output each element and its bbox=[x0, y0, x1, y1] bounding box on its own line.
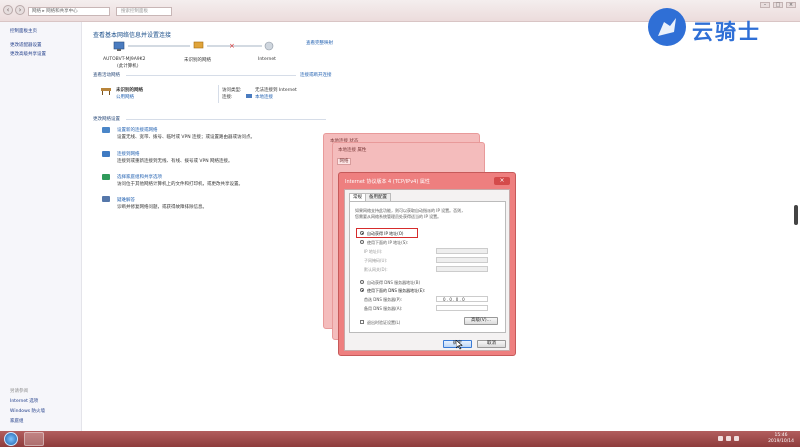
back-arrow-icon[interactable]: ‹ bbox=[3, 5, 13, 15]
manual-ip-radio[interactable] bbox=[360, 240, 364, 244]
preferred-dns-input[interactable]: 0 . 0 . 0 . 0 bbox=[436, 296, 488, 302]
watermark-text: 云骑士 bbox=[692, 20, 761, 44]
page-title: 查看基本网络信息并设置连接 bbox=[93, 32, 172, 39]
dialog-close-button[interactable]: × bbox=[494, 177, 510, 185]
manual-dns-radio[interactable] bbox=[360, 288, 364, 292]
alternate-dns-label: 备用 DNS 服务器(A): bbox=[364, 306, 403, 311]
description-line-2: 您需要从网络系统管理员处获得适当的 IP 设置。 bbox=[355, 214, 442, 219]
homegroup-icon bbox=[102, 174, 110, 180]
change-settings-heading: 更改网络设置 bbox=[93, 117, 120, 122]
watermark-logo: 云骑士 bbox=[648, 8, 798, 48]
divider bbox=[126, 119, 326, 120]
active-network-name: 未识别的网络 bbox=[116, 88, 143, 93]
sidebar-item-control-panel-home[interactable]: 控制面板主页 bbox=[10, 28, 37, 34]
auto-ip-label: 自动获得 IP 地址(O) bbox=[367, 231, 404, 236]
active-networks-heading: 查看活动网络 bbox=[93, 73, 120, 78]
clock[interactable]: 15:46 2019/10/14 bbox=[768, 433, 794, 445]
knight-logo-icon bbox=[648, 8, 686, 46]
troubleshoot-icon bbox=[102, 196, 110, 202]
start-button[interactable] bbox=[4, 432, 18, 446]
address-bar[interactable]: 网络 ▸ 网络和共享中心 bbox=[28, 7, 110, 16]
access-type-value: 无法连接到 Internet bbox=[255, 88, 297, 93]
cancel-button[interactable]: 取消 bbox=[477, 340, 506, 348]
task-homegroup-link[interactable]: 选择家庭组和共享选项 bbox=[117, 174, 162, 180]
see-also-internet-options[interactable]: Internet 选项 bbox=[10, 398, 38, 404]
breadcrumb-network[interactable]: 网络 bbox=[32, 9, 41, 14]
clock-date: 2019/10/14 bbox=[768, 439, 794, 444]
manual-dns-label: 使用下面的 DNS 服务器地址(E): bbox=[367, 288, 426, 293]
see-also-heading: 另请参阅 bbox=[10, 389, 28, 394]
task-connect-desc: 连接到或重新连接到无线、有线、拨号或 VPN 网络连接。 bbox=[117, 159, 233, 164]
subnet-mask-input[interactable] bbox=[436, 257, 488, 263]
auto-ip-radio[interactable] bbox=[360, 231, 364, 235]
connect-network-icon bbox=[102, 151, 110, 157]
network-map: × bbox=[113, 41, 274, 51]
breadcrumb-sharing-center[interactable]: 网络和共享中心 bbox=[46, 9, 78, 14]
map-network-name: 未识别的网络 bbox=[184, 58, 211, 63]
search-input[interactable]: 搜索控制面板 bbox=[116, 7, 172, 16]
default-gateway-input[interactable] bbox=[436, 266, 488, 272]
see-also-homegroup[interactable]: 家庭组 bbox=[10, 418, 24, 424]
auto-dns-radio[interactable] bbox=[360, 280, 364, 284]
subnet-mask-label: 子网掩码(U): bbox=[364, 258, 388, 263]
scrollbar-thumb[interactable] bbox=[794, 205, 798, 225]
advanced-button[interactable]: 高级(V)... bbox=[464, 317, 498, 325]
tab-general[interactable]: 常规 bbox=[349, 193, 366, 201]
setup-connection-icon bbox=[102, 127, 110, 133]
tray-flag-icon[interactable] bbox=[718, 436, 723, 441]
task-connect-link[interactable]: 连接到网络 bbox=[117, 151, 140, 157]
tab-alternate-config[interactable]: 备用配置 bbox=[365, 193, 391, 201]
disconnected-x-icon: × bbox=[229, 42, 235, 50]
connections-label: 连接: bbox=[222, 95, 233, 100]
sidebar-item-change-adapter[interactable]: 更改适配器设置 bbox=[10, 42, 42, 48]
map-computer-sub: (此计算机) bbox=[117, 64, 139, 69]
computer-icon bbox=[113, 41, 125, 50]
mouse-cursor-icon bbox=[456, 340, 463, 350]
task-troubleshoot-desc: 诊断并修复网络问题，或获得故障排除信息。 bbox=[117, 205, 207, 210]
view-full-map-link[interactable]: 查看完整映射 bbox=[306, 40, 333, 46]
task-setup-desc: 设置无线、宽带、拨号、临时或 VPN 连接；或设置路由器或访问点。 bbox=[117, 135, 256, 140]
validate-checkbox[interactable] bbox=[360, 320, 364, 324]
adapter-icon bbox=[246, 94, 252, 98]
task-setup-link[interactable]: 设置新的连接或网络 bbox=[117, 127, 158, 133]
taskbar-item-explorer[interactable] bbox=[24, 432, 44, 446]
tray-volume-icon[interactable] bbox=[734, 436, 739, 441]
tray-network-icon[interactable] bbox=[726, 436, 731, 441]
see-also-firewall[interactable]: Windows 防火墙 bbox=[10, 408, 45, 414]
bench-network-icon bbox=[101, 88, 111, 95]
task-troubleshoot-link[interactable]: 疑难解答 bbox=[117, 197, 135, 203]
left-pane: 控制面板主页 更改适配器设置 更改高级共享设置 另请参阅 Internet 选项… bbox=[0, 22, 82, 431]
preferred-dns-value: 0 . 0 . 0 . 0 bbox=[443, 297, 465, 302]
preferred-dns-label: 首选 DNS 服务器(P): bbox=[364, 297, 403, 302]
ip-address-label: IP 地址(I): bbox=[364, 249, 383, 254]
dialog-title: Internet 协议版本 4 (TCP/IPv4) 属性 bbox=[345, 179, 430, 185]
auto-dns-label: 自动获得 DNS 服务器地址(B) bbox=[367, 280, 421, 285]
dialog-body: 常规 备用配置 如果网络支持此功能，则可以获取自动指派的 IP 设置。否则， 您… bbox=[344, 189, 510, 351]
default-gateway-label: 默认网关(D): bbox=[364, 267, 388, 272]
connect-disconnect-link[interactable]: 连接或断开连接 bbox=[300, 72, 332, 78]
network-type-link[interactable]: 公用网络 bbox=[116, 94, 134, 100]
validate-label: 退出时验证设置(L) bbox=[367, 320, 401, 325]
ipv4-properties-dialog: Internet 协议版本 4 (TCP/IPv4) 属性 × 常规 备用配置 … bbox=[338, 172, 516, 356]
divider bbox=[218, 85, 219, 103]
network-icon bbox=[193, 41, 204, 49]
general-tab-panel: 如果网络支持此功能，则可以获取自动指派的 IP 设置。否则， 您需要从网络系统管… bbox=[349, 201, 506, 333]
divider bbox=[126, 75, 296, 76]
map-internet-label: Internet bbox=[258, 57, 276, 62]
sidebar-item-advanced-sharing[interactable]: 更改高级共享设置 bbox=[10, 51, 46, 57]
forward-arrow-icon[interactable]: › bbox=[15, 5, 25, 15]
local-connection-link[interactable]: 本地连接 bbox=[255, 94, 273, 100]
map-computer-name: AUTOBVT-MJ9A9K2 bbox=[103, 57, 146, 62]
task-homegroup-desc: 访问位于其他网络计算机上的文件和打印机，或更改共享设置。 bbox=[117, 182, 243, 187]
properties-window-title: 本地连接 属性 bbox=[338, 148, 367, 153]
search-placeholder: 搜索控制面板 bbox=[121, 9, 148, 14]
taskbar: 15:46 2019/10/14 bbox=[0, 431, 800, 447]
tab-networking[interactable]: 网络 bbox=[337, 158, 351, 165]
access-type-label: 访问类型: bbox=[222, 88, 242, 93]
alternate-dns-input[interactable] bbox=[436, 305, 488, 311]
ip-address-input[interactable] bbox=[436, 248, 488, 254]
globe-icon bbox=[264, 41, 274, 51]
manual-ip-label: 使用下面的 IP 地址(S): bbox=[367, 240, 409, 245]
